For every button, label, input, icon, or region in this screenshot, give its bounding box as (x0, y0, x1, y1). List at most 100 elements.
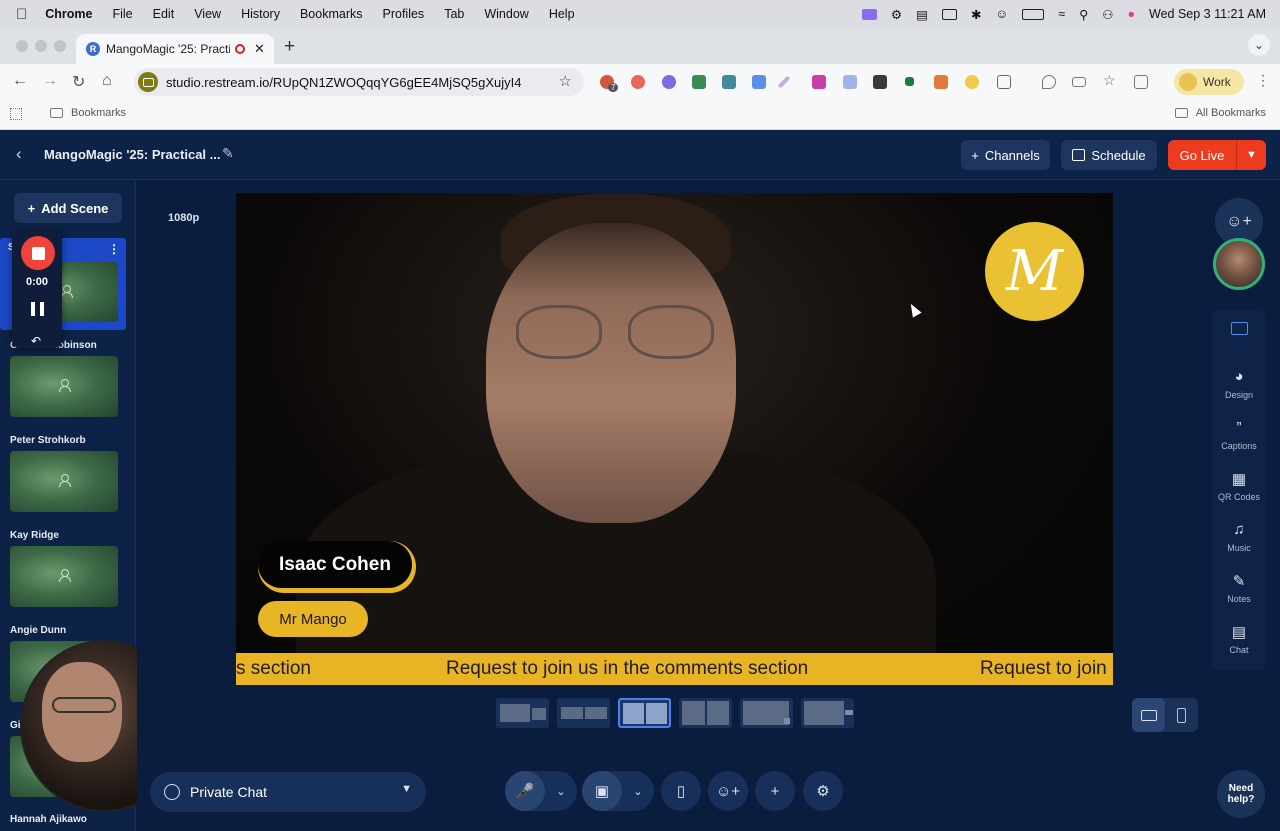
home-icon[interactable]: ⌂ (102, 72, 112, 90)
side-panel-icon[interactable] (1134, 75, 1148, 89)
close-tab-icon[interactable]: ✕ (254, 41, 265, 57)
siri-icon[interactable]: ● (1127, 7, 1135, 21)
mobile-view-button[interactable] (1165, 698, 1198, 732)
control-center-icon[interactable]: ⚇ (1102, 7, 1113, 22)
pen-icon[interactable] (777, 75, 791, 89)
share-screen-button[interactable]: ▯ (661, 771, 701, 811)
address-bar[interactable]: studio.restream.io/RUpQN1ZWOQqqYG6gEE4Mj… (134, 68, 584, 96)
user-icon[interactable]: ☺ (995, 7, 1008, 21)
chevron-down-icon[interactable]: ⌄ (622, 785, 654, 798)
chat-tool[interactable]: ▤ Chat (1212, 623, 1266, 655)
extension-icon-7[interactable] (843, 75, 857, 89)
channels-button[interactable]: + Channels (961, 140, 1050, 170)
battery-icon[interactable] (1022, 8, 1045, 20)
scene-menu-icon[interactable]: ⋮ (108, 242, 120, 256)
back-icon[interactable]: ← (12, 72, 28, 90)
window-icon[interactable] (941, 8, 957, 20)
new-tab-button[interactable]: + (284, 36, 295, 58)
extension-icon-5[interactable] (722, 75, 736, 89)
ticker-banner[interactable]: s section Request to join us in the comm… (236, 653, 1113, 685)
forward-icon[interactable]: → (42, 72, 58, 90)
stop-recording-button[interactable] (21, 236, 55, 270)
captions-tool[interactable]: ” Captions (1212, 419, 1266, 451)
apple-icon[interactable]:  (16, 6, 27, 23)
need-help-button[interactable]: Need help? (1217, 770, 1265, 818)
menu-history[interactable]: History (241, 7, 280, 21)
name-banner[interactable]: Isaac Cohen (258, 541, 416, 593)
menu-view[interactable]: View (194, 7, 221, 21)
bookmark-star-icon[interactable]: ☆ (559, 72, 572, 90)
chrome-menu-icon[interactable]: ⋮ (1256, 72, 1270, 89)
tab-search-icon[interactable]: ⌄ (1248, 34, 1270, 56)
video-preview[interactable]: M Isaac Cohen Mr Mango s section Request… (236, 193, 1113, 685)
extension-icon-2[interactable] (631, 75, 645, 89)
add-scene-button[interactable]: + Add Scene (14, 193, 122, 223)
extension-icon-9[interactable] (905, 77, 914, 86)
edit-pencil-icon[interactable]: ✎ (222, 145, 234, 162)
layout-option-3[interactable] (618, 698, 671, 728)
music-tool[interactable]: ♫ Music (1212, 521, 1266, 553)
wifi-icon[interactable]: ≈ (1058, 7, 1065, 21)
chevron-down-icon[interactable]: ▼ (1236, 140, 1266, 170)
puzzle-icon[interactable] (997, 75, 1011, 89)
status-icon-1[interactable]: ⚙ (891, 7, 902, 22)
microphone-icon[interactable]: 🎤 (505, 771, 545, 811)
site-info-icon[interactable] (138, 72, 158, 92)
layout-option-5[interactable] (740, 698, 793, 728)
menu-window[interactable]: Window (484, 7, 528, 21)
qr-codes-tool[interactable]: ▦ QR Codes (1212, 470, 1266, 502)
all-bookmarks[interactable]: All Bookmarks (1174, 107, 1266, 119)
add-source-button[interactable]: + (755, 771, 795, 811)
menu-tab[interactable]: Tab (444, 7, 464, 21)
invite-guest-button[interactable]: ☺+ (708, 771, 748, 811)
layout-option-1[interactable] (496, 698, 549, 728)
translate-icon[interactable] (752, 75, 766, 89)
window-controls[interactable] (16, 40, 66, 52)
location-icon[interactable] (1042, 75, 1056, 89)
go-live-button[interactable]: Go Live ▼ (1168, 140, 1266, 170)
menu-profiles[interactable]: Profiles (383, 7, 425, 21)
bookmarks-folder[interactable]: Bookmarks (50, 107, 126, 119)
participant-avatar[interactable] (1213, 238, 1265, 290)
extension-icon-8[interactable] (873, 75, 887, 89)
clock[interactable]: Wed Sep 3 11:21 AM (1149, 7, 1266, 21)
pause-icon[interactable] (31, 302, 44, 316)
private-chat-dropdown[interactable]: Private Chat ▼ (150, 772, 426, 812)
camera-icon[interactable]: ▣ (582, 771, 622, 811)
layout-option-2[interactable] (557, 698, 610, 728)
reload-icon[interactable]: ↻ (72, 72, 85, 92)
design-tool[interactable]: ◕ Design (1212, 368, 1266, 400)
search-icon[interactable]: ⚲ (1079, 7, 1088, 22)
subtitle-banner[interactable]: Mr Mango (258, 601, 368, 637)
scene-thumbnail[interactable] (10, 451, 118, 512)
screen-record-icon[interactable] (861, 8, 877, 20)
apps-grid-icon[interactable] (10, 108, 22, 120)
restart-icon[interactable]: ↶ (31, 334, 41, 348)
url-text[interactable]: studio.restream.io/RUpQN1ZWOQqqYG6gEE4Mj… (166, 75, 521, 90)
extension-icon-10[interactable] (965, 75, 979, 89)
menu-edit[interactable]: Edit (153, 7, 175, 21)
menu-help[interactable]: Help (549, 7, 575, 21)
profile-chip[interactable]: Work (1174, 69, 1244, 95)
extension-icon-6[interactable] (812, 75, 826, 89)
menu-bookmarks[interactable]: Bookmarks (300, 7, 363, 21)
layout-option-4[interactable] (679, 698, 732, 728)
menu-file[interactable]: File (112, 7, 132, 21)
settings-button[interactable]: ⚙ (803, 771, 843, 811)
extension-icon-3[interactable] (662, 75, 676, 89)
browser-tab[interactable]: R MangoMagic '25: Practica ✕ (76, 34, 274, 64)
desktop-view-button[interactable] (1132, 698, 1165, 732)
folder-icon[interactable] (1231, 322, 1248, 335)
star-list-icon[interactable]: ☆ (1103, 72, 1117, 88)
metamask-icon[interactable] (934, 75, 948, 89)
schedule-button[interactable]: Schedule (1061, 140, 1157, 170)
back-chevron-icon[interactable]: ‹ (16, 144, 22, 164)
bed-icon[interactable]: ▤ (916, 7, 928, 22)
layout-option-6[interactable] (801, 698, 854, 728)
scene-thumbnail[interactable] (10, 356, 118, 417)
scene-thumbnail[interactable] (10, 546, 118, 607)
bluetooth-icon[interactable]: ✱ (971, 7, 981, 22)
notes-tool[interactable]: ✎ Notes (1212, 572, 1266, 604)
chevron-down-icon[interactable]: ⌄ (545, 785, 577, 798)
card-icon[interactable] (1072, 77, 1086, 87)
